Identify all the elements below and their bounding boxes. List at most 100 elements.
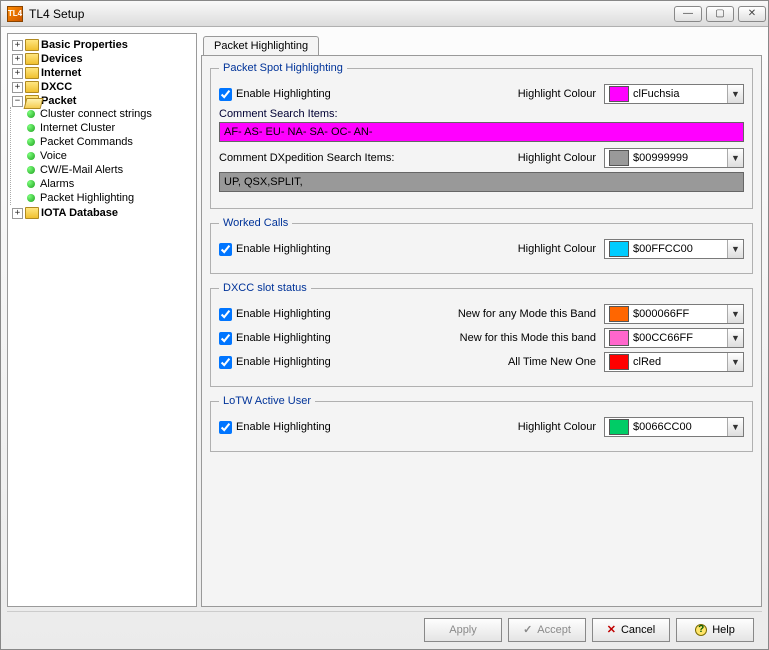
enable-worked-checkbox[interactable] [219, 243, 232, 256]
dxcc2-color-text: $00CC66FF [633, 332, 727, 344]
spot-hc-label: Highlight Colour [518, 88, 596, 100]
bullet-icon [27, 194, 35, 202]
tree-packet-commands[interactable]: Packet Commands [40, 136, 133, 148]
dxcc3-color-text: clRed [633, 356, 727, 368]
group-dxcc-slot: DXCC slot status Enable Highlighting New… [210, 282, 753, 387]
tree-packet[interactable]: Packet [41, 95, 76, 107]
app-icon: TL4 [7, 6, 23, 22]
bullet-icon [27, 110, 35, 118]
tree-basic-properties[interactable]: Basic Properties [41, 39, 128, 51]
tree-internet[interactable]: Internet [41, 67, 81, 79]
dxcc2-color-combo[interactable]: $00CC66FF ▼ [604, 328, 744, 348]
bullet-icon [27, 180, 35, 188]
help-button[interactable]: ?Help [676, 618, 754, 642]
folder-icon [25, 207, 39, 219]
dxcc3-label: All Time New One [508, 356, 596, 368]
maximize-button[interactable]: ▢ [706, 6, 734, 22]
minimize-button[interactable]: — [674, 6, 702, 22]
tree-voice[interactable]: Voice [40, 150, 67, 162]
dxp-color-combo[interactable]: $00999999 ▼ [604, 148, 744, 168]
dropdown-icon[interactable]: ▼ [727, 240, 743, 258]
tree-alarms[interactable]: Alarms [40, 178, 74, 190]
dxp-search-input[interactable]: UP, QSX,SPLIT, [219, 172, 744, 192]
enable-dxcc1[interactable]: Enable Highlighting [219, 308, 331, 321]
cancel-button[interactable]: ✕Cancel [592, 618, 670, 642]
enable-dxcc3[interactable]: Enable Highlighting [219, 356, 331, 369]
expand-icon[interactable]: + [12, 54, 23, 65]
tab-packet-highlighting[interactable]: Packet Highlighting [203, 36, 319, 55]
enable-dxcc3-label: Enable Highlighting [236, 356, 331, 368]
spot-color-text: clFuchsia [633, 88, 727, 100]
bullet-icon [27, 124, 35, 132]
enable-spot-label: Enable Highlighting [236, 88, 331, 100]
comment-search-input[interactable]: AF- AS- EU- NA- SA- OC- AN- [219, 122, 744, 142]
tree-dxcc[interactable]: DXCC [41, 81, 72, 93]
legend-packet-spot: Packet Spot Highlighting [219, 62, 347, 74]
dxp-color-text: $00999999 [633, 152, 727, 164]
group-worked-calls: Worked Calls Enable Highlighting Highlig… [210, 217, 753, 274]
enable-lotw-label: Enable Highlighting [236, 421, 331, 433]
dxcc2-label: New for this Mode this band [460, 332, 596, 344]
enable-lotw[interactable]: Enable Highlighting [219, 421, 331, 434]
expand-icon[interactable]: + [12, 208, 23, 219]
spot-color-combo[interactable]: clFuchsia ▼ [604, 84, 744, 104]
worked-color-combo[interactable]: $00FFCC00 ▼ [604, 239, 744, 259]
bullet-icon [27, 152, 35, 160]
dxp-search-label: Comment DXpedition Search Items: [219, 152, 394, 164]
dropdown-icon[interactable]: ▼ [727, 149, 743, 167]
nav-tree[interactable]: + Basic Properties + Devices + Internet + DX… [7, 33, 197, 607]
group-packet-spot: Packet Spot Highlighting Enable Highligh… [210, 62, 753, 209]
color-swatch [609, 306, 629, 322]
group-lotw: LoTW Active User Enable Highlighting Hig… [210, 395, 753, 452]
enable-spot-highlight[interactable]: Enable Highlighting [219, 88, 331, 101]
dropdown-icon[interactable]: ▼ [727, 329, 743, 347]
tree-cw-email-alerts[interactable]: CW/E-Mail Alerts [40, 164, 123, 176]
expand-icon[interactable]: + [12, 68, 23, 79]
tree-packet-highlighting[interactable]: Packet Highlighting [40, 192, 134, 204]
folder-icon [25, 81, 39, 93]
enable-dxcc2[interactable]: Enable Highlighting [219, 332, 331, 345]
accept-button[interactable]: ✓Accept [508, 618, 586, 642]
color-swatch [609, 86, 629, 102]
folder-icon [25, 67, 39, 79]
collapse-icon[interactable]: − [12, 96, 23, 107]
bullet-icon [27, 166, 35, 174]
legend-worked: Worked Calls [219, 217, 292, 229]
content-pane: Packet Highlighting Packet Spot Highligh… [201, 33, 762, 607]
enable-dxcc2-label: Enable Highlighting [236, 332, 331, 344]
dropdown-icon[interactable]: ▼ [727, 418, 743, 436]
color-swatch [609, 419, 629, 435]
enable-worked[interactable]: Enable Highlighting [219, 243, 331, 256]
tree-cluster-connect[interactable]: Cluster connect strings [40, 108, 152, 120]
close-button[interactable]: ✕ [738, 6, 766, 22]
folder-icon [25, 53, 39, 65]
legend-lotw: LoTW Active User [219, 395, 315, 407]
tree-internet-cluster[interactable]: Internet Cluster [40, 122, 115, 134]
dxcc1-color-combo[interactable]: $000066FF ▼ [604, 304, 744, 324]
dxcc1-color-text: $000066FF [633, 308, 727, 320]
tree-iota[interactable]: IOTA Database [41, 207, 118, 219]
folder-icon [25, 39, 39, 51]
enable-dxcc2-checkbox[interactable] [219, 332, 232, 345]
dropdown-icon[interactable]: ▼ [727, 85, 743, 103]
apply-button[interactable]: Apply [424, 618, 502, 642]
check-icon: ✓ [523, 623, 532, 636]
enable-spot-checkbox[interactable] [219, 88, 232, 101]
dropdown-icon[interactable]: ▼ [727, 353, 743, 371]
dxcc3-color-combo[interactable]: clRed ▼ [604, 352, 744, 372]
expand-icon[interactable]: + [12, 82, 23, 93]
tree-devices[interactable]: Devices [41, 53, 83, 65]
expand-icon[interactable]: + [12, 40, 23, 51]
enable-dxcc3-checkbox[interactable] [219, 356, 232, 369]
comment-search-label: Comment Search Items: [219, 108, 744, 120]
client-area: + Basic Properties + Devices + Internet + DX… [1, 27, 768, 649]
worked-color-text: $00FFCC00 [633, 243, 727, 255]
enable-dxcc1-checkbox[interactable] [219, 308, 232, 321]
titlebar: TL4 TL4 Setup — ▢ ✕ [1, 1, 768, 27]
legend-dxcc-slot: DXCC slot status [219, 282, 311, 294]
color-swatch [609, 241, 629, 257]
enable-lotw-checkbox[interactable] [219, 421, 232, 434]
color-swatch [609, 330, 629, 346]
dropdown-icon[interactable]: ▼ [727, 305, 743, 323]
lotw-color-combo[interactable]: $0066CC00 ▼ [604, 417, 744, 437]
